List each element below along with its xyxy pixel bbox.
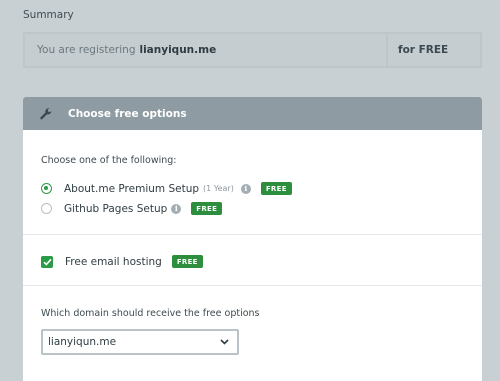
- checkmark-icon: [42, 258, 52, 266]
- summary-registration: You are registering lianyiqun.me: [25, 34, 386, 66]
- options-prompt: Choose one of the following:: [41, 155, 177, 166]
- info-icon[interactable]: i: [171, 203, 182, 214]
- summary-registering-text: You are registering: [37, 44, 136, 56]
- chevron-down-icon: [220, 339, 229, 345]
- info-icon[interactable]: i: [240, 183, 251, 194]
- domain-prompt: Which domain should receive the free opt…: [41, 308, 260, 319]
- domain-select[interactable]: lianyiqun.me: [41, 329, 239, 355]
- free-badge: FREE: [191, 202, 223, 215]
- github-pages-label: Github Pages Setup: [64, 202, 168, 215]
- github-pages-radio[interactable]: [41, 203, 52, 214]
- email-hosting-label: Free email hosting: [65, 255, 162, 268]
- summary-label: Summary: [23, 9, 74, 21]
- options-section: Choose one of the following: About.me Pr…: [23, 130, 482, 235]
- premium-setup-radio[interactable]: [41, 183, 52, 194]
- domain-select-value: lianyiqun.me: [48, 336, 117, 348]
- option-github-pages[interactable]: Github Pages Setup i FREE: [41, 202, 223, 215]
- summary-domain: lianyiqun.me: [139, 44, 217, 56]
- free-options-panel: Choose free options Choose one of the fo…: [23, 97, 482, 381]
- summary-bar: You are registering lianyiqun.me for FRE…: [23, 32, 482, 68]
- premium-setup-label: About.me Premium Setup: [64, 182, 200, 195]
- panel-header: Choose free options: [23, 97, 482, 130]
- premium-setup-duration: (1 Year): [203, 184, 234, 193]
- free-badge: FREE: [171, 255, 203, 268]
- panel-title: Choose free options: [68, 107, 187, 120]
- email-section: Free email hosting FREE: [23, 235, 482, 286]
- summary-price: for FREE: [386, 34, 480, 66]
- wrench-icon: [38, 106, 54, 122]
- domain-section: Which domain should receive the free opt…: [23, 286, 482, 381]
- email-hosting-checkbox[interactable]: [41, 255, 53, 268]
- option-premium-setup[interactable]: About.me Premium Setup (1 Year) i FREE: [41, 182, 292, 195]
- free-badge: FREE: [260, 182, 292, 195]
- option-email-hosting[interactable]: Free email hosting FREE: [41, 255, 203, 268]
